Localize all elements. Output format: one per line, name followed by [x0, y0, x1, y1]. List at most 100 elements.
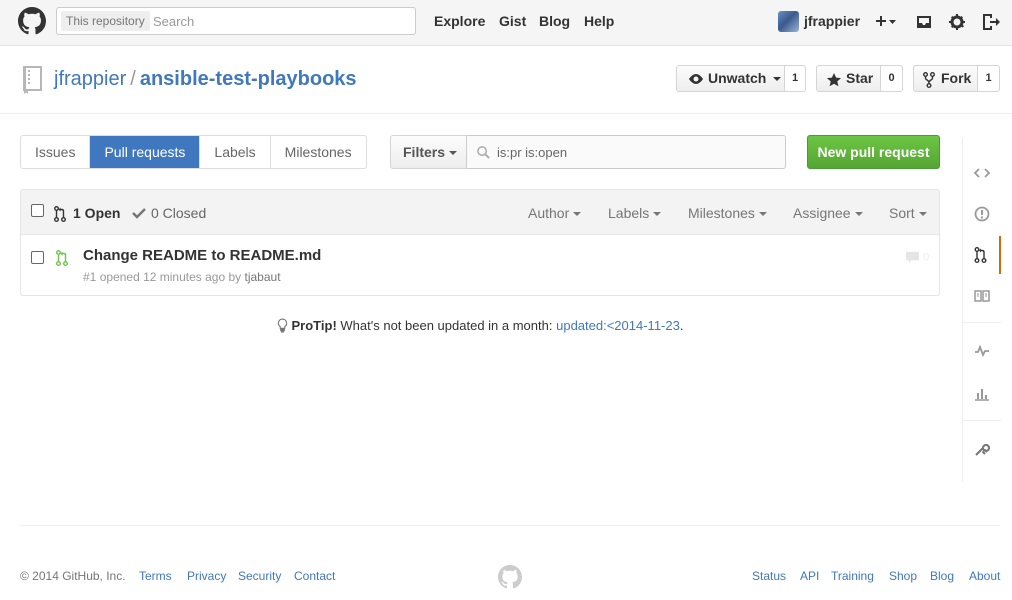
light-bulb-icon — [277, 318, 287, 333]
search-scope-badge: This repository — [61, 11, 150, 31]
plus-icon[interactable] — [874, 11, 896, 33]
fork-icon — [923, 72, 935, 88]
select-all-checkbox[interactable] — [31, 204, 44, 217]
comment-count[interactable]: 0 — [905, 251, 929, 264]
star-button[interactable]: Star — [816, 65, 881, 92]
pull-request-icon — [974, 247, 987, 263]
repo-owner-link[interactable]: jfrappier — [54, 68, 126, 90]
star-count[interactable]: 0 — [881, 65, 903, 92]
pull-request-title-link[interactable]: Change README to README.md — [83, 247, 321, 264]
fork-count[interactable]: 1 — [978, 65, 1000, 92]
chevron-down-icon — [653, 212, 662, 217]
chevron-down-icon — [573, 212, 582, 217]
protip: ProTip! What's not been updated in a mon… — [0, 318, 960, 333]
labels-filter[interactable]: Labels — [608, 205, 662, 221]
sign-out-icon[interactable] — [980, 11, 1002, 33]
settings-icon — [975, 443, 990, 456]
milestones-filter-label: Milestones — [688, 205, 755, 221]
avatar[interactable] — [778, 11, 799, 32]
pulse-icon — [975, 344, 989, 358]
tab-milestones[interactable]: Milestones — [271, 136, 366, 168]
assignee-filter-label: Assignee — [793, 205, 851, 221]
comment-count-value: 0 — [923, 251, 930, 264]
fork-button[interactable]: Fork — [913, 65, 978, 92]
tab-issues[interactable]: Issues — [21, 136, 91, 168]
nav-explore[interactable]: Explore — [434, 13, 485, 29]
filter-query-input[interactable] — [497, 143, 777, 161]
search-input[interactable] — [153, 11, 403, 31]
gear-icon[interactable] — [946, 11, 968, 33]
star-label: Star — [846, 70, 874, 86]
sidebar-item-issues[interactable] — [963, 195, 1001, 233]
open-pull-request-icon — [56, 250, 68, 266]
issues-subnav: Issues Pull requests Labels Milestones — [20, 135, 367, 169]
sort-filter[interactable]: Sort — [889, 205, 927, 221]
top-header: This repository Explore Gist Blog Help j… — [0, 0, 1012, 46]
protip-query-link[interactable]: updated:<2014-11-23 — [556, 318, 680, 333]
author-filter[interactable]: Author — [528, 205, 582, 221]
tab-pull-requests[interactable]: Pull requests — [90, 136, 201, 168]
github-logo-icon[interactable] — [18, 7, 46, 35]
protip-label: ProTip! — [291, 318, 337, 333]
footer-link-shop[interactable]: Shop — [889, 569, 917, 583]
pull-request-icon — [54, 206, 66, 222]
pull-request-author-link[interactable]: tjabaut — [245, 270, 281, 284]
list-header: 1 Open 0 Closed Author Labels Milestones… — [21, 190, 939, 235]
unwatch-label: Unwatch — [708, 70, 767, 86]
pull-request-meta: #1 opened 12 minutes ago by tjabaut — [83, 270, 281, 284]
footer-link-contact[interactable]: Contact — [294, 569, 335, 583]
footer-link-privacy[interactable]: Privacy — [187, 569, 226, 583]
repo-title-separator: / — [130, 68, 136, 90]
graph-icon — [975, 389, 989, 401]
repo-header: jfrappier / ansible-test-playbooks Unwatch… — [0, 46, 1012, 114]
footer-link-terms[interactable]: Terms — [139, 569, 172, 583]
repo-sidebar — [962, 138, 1001, 482]
filter-search — [466, 135, 786, 169]
code-icon — [974, 168, 990, 178]
repo-name-link[interactable]: ansible-test-playbooks — [140, 68, 357, 90]
protip-text: What's not been updated in a month: — [340, 318, 553, 333]
fork-label: Fork — [941, 70, 972, 86]
sidebar-divider — [963, 322, 1001, 323]
chevron-down-icon — [854, 212, 863, 217]
nav-help[interactable]: Help — [584, 13, 614, 29]
star-icon — [826, 73, 842, 87]
watch-count[interactable]: 1 — [785, 65, 806, 92]
nav-gist[interactable]: Gist — [499, 13, 526, 29]
table-row: Change README to README.md #1 opened 12 … — [21, 235, 939, 295]
pull-request-list: 1 Open 0 Closed Author Labels Milestones… — [20, 189, 940, 296]
nav-blog[interactable]: Blog — [539, 13, 570, 29]
sidebar-item-code[interactable] — [963, 154, 1001, 192]
new-pull-request-button[interactable]: New pull request — [807, 135, 940, 169]
search-icon — [477, 146, 490, 159]
footer-link-about[interactable]: About — [969, 569, 1000, 583]
closed-count-link[interactable]: 0 Closed — [151, 205, 206, 221]
tab-labels[interactable]: Labels — [200, 136, 271, 168]
sidebar-item-wiki[interactable] — [963, 277, 1001, 315]
row-checkbox[interactable] — [31, 251, 44, 264]
wiki-icon — [974, 290, 990, 302]
unwatch-button[interactable]: Unwatch — [676, 65, 785, 92]
inbox-icon[interactable] — [913, 11, 935, 33]
site-search: This repository — [56, 7, 416, 35]
sort-filter-label: Sort — [889, 205, 915, 221]
filters-label: Filters — [403, 144, 446, 160]
pull-request-opened-text: opened 12 minutes ago by — [99, 270, 242, 284]
sidebar-item-graphs[interactable] — [963, 375, 1001, 413]
footer-link-training[interactable]: Training — [831, 569, 874, 583]
footer-link-api[interactable]: API — [800, 569, 819, 583]
open-count-link[interactable]: 1 Open — [73, 205, 120, 221]
username[interactable]: jfrappier — [804, 13, 860, 29]
assignee-filter[interactable]: Assignee — [793, 205, 863, 221]
footer-link-security[interactable]: Security — [238, 569, 281, 583]
github-mark-icon[interactable] — [498, 565, 522, 589]
footer-link-status[interactable]: Status — [752, 569, 786, 583]
repo-title: jfrappier / ansible-test-playbooks — [54, 68, 357, 91]
filters-dropdown[interactable]: Filters — [390, 135, 467, 169]
eye-icon — [689, 74, 703, 84]
sidebar-item-pulse[interactable] — [963, 332, 1001, 370]
footer-link-blog[interactable]: Blog — [930, 569, 954, 583]
milestones-filter[interactable]: Milestones — [688, 205, 767, 221]
sidebar-item-settings[interactable] — [963, 430, 1001, 468]
sidebar-item-pull-requests[interactable] — [963, 236, 1001, 274]
